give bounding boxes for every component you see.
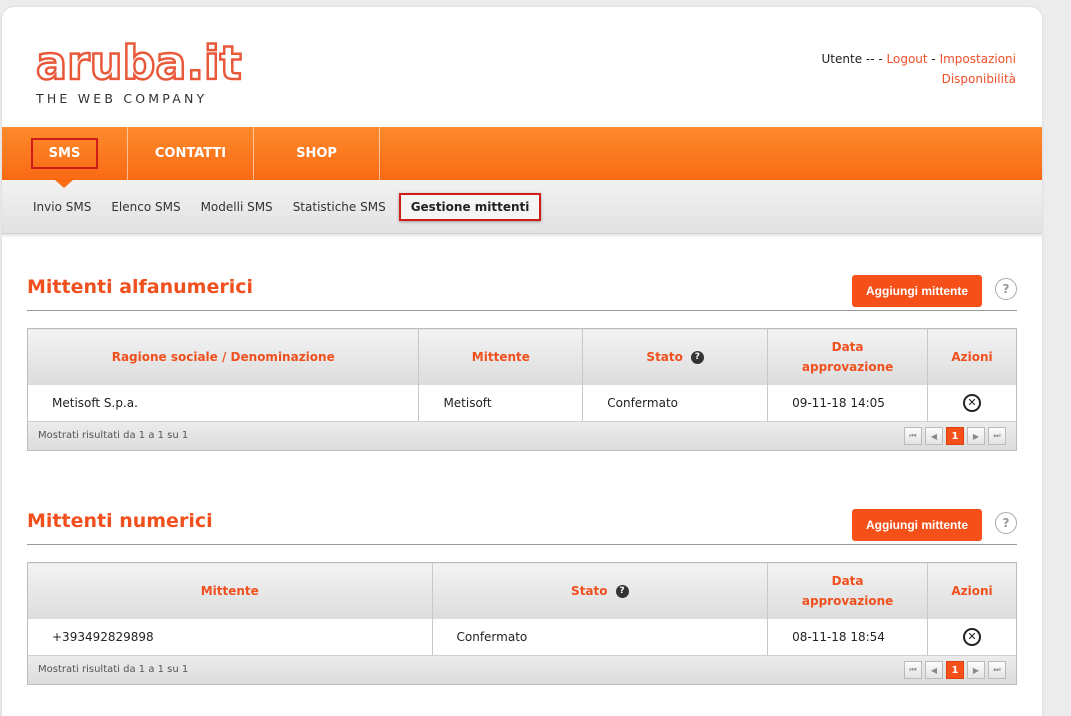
delete-icon[interactable]: ✕ — [963, 393, 982, 412]
col-data-approvazione[interactable]: Data approvazione — [767, 328, 929, 385]
col-stato-label: Stato — [571, 583, 608, 598]
first-page-icon[interactable]: ⏮ — [904, 661, 922, 679]
help-icon[interactable]: ? — [995, 278, 1017, 300]
col-mittente[interactable]: Mittente — [418, 328, 584, 385]
section-header: Mittenti alfanumerici Aggiungi mittente … — [27, 275, 1017, 311]
section-title: Mittenti alfanumerici — [27, 276, 254, 298]
section-title: Mittenti numerici — [27, 510, 213, 532]
nav-item-shop[interactable]: SHOP — [254, 127, 380, 180]
results-info: Mostrati risultati da 1 a 1 su 1 — [38, 664, 189, 675]
alpha-senders-section: Mittenti alfanumerici Aggiungi mittente … — [27, 275, 1017, 451]
subnav-item-statistiche-sms[interactable]: Statistiche SMS — [286, 194, 393, 220]
table-header-row: Mittente Stato? Data approvazione Azioni — [27, 562, 1017, 619]
user-menu: Utente -- - Logout - Impostazioni Dispon… — [822, 49, 1016, 89]
col-azioni: Azioni — [927, 328, 1017, 385]
aruba-logo[interactable]: aruba.it THE WEB COMPANY — [35, 36, 243, 106]
availability-link[interactable]: Disponibilità — [942, 72, 1016, 86]
sub-nav: Invio SMS Elenco SMS Modelli SMS Statist… — [2, 180, 1042, 234]
cell-stato: Confermato — [582, 384, 769, 422]
cell-mittente: +393492829898 — [27, 618, 433, 656]
next-page-icon[interactable]: ▶ — [967, 427, 985, 445]
status-help-icon[interactable]: ? — [690, 350, 704, 364]
cell-data-approvazione: 09-11-18 14:05 — [767, 384, 929, 422]
user-separator: - — [927, 52, 940, 66]
table-row: +393492829898 Confermato 08-11-18 18:54 … — [27, 618, 1017, 656]
logout-link[interactable]: Logout — [887, 52, 928, 66]
status-help-icon[interactable]: ? — [615, 584, 629, 598]
col-azioni: Azioni — [927, 562, 1017, 619]
col-stato[interactable]: Stato? — [432, 562, 769, 619]
main-nav: SMS CONTATTI SHOP — [2, 127, 1042, 180]
prev-page-icon[interactable]: ◀ — [925, 661, 943, 679]
user-label: Utente -- - — [821, 52, 887, 66]
active-nav-pointer — [55, 180, 73, 188]
table-header-row: Ragione sociale / Denominazione Mittente… — [27, 328, 1017, 385]
col-mittente[interactable]: Mittente — [27, 562, 433, 619]
table-row: Metisoft S.p.a. Metisoft Confermato 09-1… — [27, 384, 1017, 422]
cell-azioni: ✕ — [927, 384, 1017, 422]
logo-tagline: THE WEB COMPANY — [36, 91, 208, 106]
add-sender-button[interactable]: Aggiungi mittente — [852, 509, 982, 541]
pager-bar: Mostrati risultati da 1 a 1 su 1 ⏮ ◀ 1 ▶… — [27, 421, 1017, 451]
subnav-item-modelli-sms[interactable]: Modelli SMS — [194, 194, 280, 220]
last-page-icon[interactable]: ⏭ — [988, 427, 1006, 445]
cell-ragione-sociale: Metisoft S.p.a. — [27, 384, 420, 422]
col-ragione-sociale[interactable]: Ragione sociale / Denominazione — [27, 328, 420, 385]
results-info: Mostrati risultati da 1 a 1 su 1 — [38, 430, 189, 441]
nav-item-label: CONTATTI — [154, 146, 227, 161]
settings-link[interactable]: Impostazioni — [940, 52, 1016, 66]
cell-data-approvazione: 08-11-18 18:54 — [767, 618, 929, 656]
delete-icon[interactable]: ✕ — [963, 627, 982, 646]
numeric-senders-table: Mittente Stato? Data approvazione Azioni… — [27, 562, 1017, 656]
subnav-item-elenco-sms[interactable]: Elenco SMS — [104, 194, 187, 220]
pagination: ⏮ ◀ 1 ▶ ⏭ — [904, 427, 1006, 445]
current-page-button[interactable]: 1 — [946, 427, 964, 445]
pagination: ⏮ ◀ 1 ▶ ⏭ — [904, 661, 1006, 679]
nav-item-label: SMS — [30, 138, 99, 169]
cell-stato: Confermato — [432, 618, 769, 656]
page-card: aruba.it THE WEB COMPANY Utente -- - Log… — [2, 7, 1042, 716]
pager-bar: Mostrati risultati da 1 a 1 su 1 ⏮ ◀ 1 ▶… — [27, 655, 1017, 685]
col-stato[interactable]: Stato? — [582, 328, 769, 385]
prev-page-icon[interactable]: ◀ — [925, 427, 943, 445]
next-page-icon[interactable]: ▶ — [967, 661, 985, 679]
section-header: Mittenti numerici Aggiungi mittente ? — [27, 509, 1017, 545]
first-page-icon[interactable]: ⏮ — [904, 427, 922, 445]
nav-item-sms[interactable]: SMS — [2, 127, 128, 180]
subnav-item-gestione-mittenti[interactable]: Gestione mittenti — [398, 192, 542, 221]
nav-item-label: SHOP — [296, 146, 337, 161]
col-data-approvazione[interactable]: Data approvazione — [767, 562, 929, 619]
current-page-button[interactable]: 1 — [946, 661, 964, 679]
help-icon[interactable]: ? — [995, 512, 1017, 534]
col-stato-label: Stato — [646, 349, 683, 364]
last-page-icon[interactable]: ⏭ — [988, 661, 1006, 679]
alpha-senders-table: Ragione sociale / Denominazione Mittente… — [27, 328, 1017, 422]
add-sender-button[interactable]: Aggiungi mittente — [852, 275, 982, 307]
numeric-senders-section: Mittenti numerici Aggiungi mittente ? Mi… — [27, 509, 1017, 685]
cell-mittente: Metisoft — [418, 384, 584, 422]
logo-wordmark: aruba.it — [35, 36, 243, 91]
subnav-item-invio-sms[interactable]: Invio SMS — [26, 194, 98, 220]
cell-azioni: ✕ — [927, 618, 1017, 656]
nav-item-contatti[interactable]: CONTATTI — [128, 127, 254, 180]
